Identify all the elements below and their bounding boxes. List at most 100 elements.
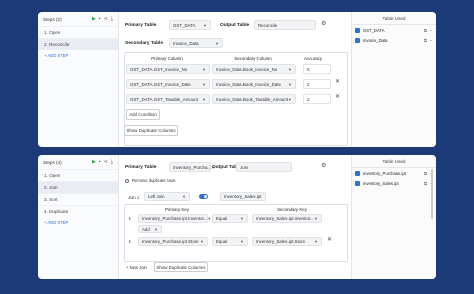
table-used-name: Inventory_Sales.ipt: [363, 180, 399, 186]
checkbox-icon[interactable]: [355, 170, 360, 176]
chevron-down-icon: ▼: [182, 194, 186, 199]
steps-sidebar: Steps (2) ▶ ▪ ⋖ ⤓ 1. Open 2. Reconcile +…: [38, 12, 119, 147]
gear-icon[interactable]: ⚙: [321, 20, 326, 27]
table-used-name: Invoice_Data: [363, 37, 388, 43]
chevron-down-icon: ▼: [314, 239, 318, 244]
steps-header: Steps (2) ▶ ▪ ⋖ ⤓: [38, 12, 118, 26]
primary-table-label: Primary Table: [125, 165, 157, 170]
chevron-down-icon[interactable]: ⌄: [429, 37, 433, 43]
join-type-select[interactable]: Left Join ▼: [144, 192, 190, 201]
add-step-button[interactable]: + ADD STEP: [38, 217, 118, 228]
chevron-down-icon: ▼: [203, 22, 207, 28]
steps-header: Steps (4) ▶ ▪ ⋖ ⤓: [38, 155, 118, 169]
secondary-column-select[interactable]: Invoice_Data.Book_Invoice_No ▼: [212, 64, 296, 74]
output-table-label: Output Table: [220, 23, 250, 28]
output-table-input[interactable]: Join: [236, 162, 292, 172]
join-config: Primary Table Inventory_Purcha... ▼ Outpu…: [122, 155, 350, 279]
output-table-input[interactable]: Reconcile: [254, 20, 316, 30]
accuracy-input[interactable]: 2: [303, 94, 331, 104]
checkbox-icon[interactable]: [355, 180, 360, 186]
chevron-down-icon[interactable]: ⌄: [429, 27, 433, 33]
copy-icon[interactable]: ⧉: [424, 28, 427, 33]
operator-select[interactable]: Equal ▼: [212, 214, 248, 223]
download-icon[interactable]: ⤓: [111, 16, 113, 22]
primary-key-select[interactable]: Inventory_Purchase.ipt.Inventor... ▼: [138, 214, 211, 223]
copy-icon[interactable]: ⧉: [424, 181, 427, 186]
primary-column-select[interactable]: GST_DATA.GST_Invoice_No ▼: [126, 64, 210, 74]
checkbox-icon[interactable]: [355, 27, 360, 33]
secondary-key-select[interactable]: Inventory_Sales.ipt.Inventor... ▼: [252, 214, 322, 223]
table-used-item: Inventory_Sales.ipt ⧉ ⌄: [352, 178, 436, 188]
table-used-name: Inventory_Purchase.ipt: [363, 170, 406, 176]
add-step-button[interactable]: + ADD STEP: [38, 50, 118, 61]
step-item-open[interactable]: 1. Open: [38, 169, 118, 181]
primary-table-select[interactable]: Inventory_Purcha... ▼: [169, 162, 215, 172]
remove-duplicate-radio[interactable]: [125, 179, 129, 183]
play-icon[interactable]: ▶: [92, 16, 96, 22]
primary-key-select[interactable]: Inventory_Purchase.ipt.Store ▼: [138, 237, 208, 246]
download-icon[interactable]: ⤓: [111, 159, 113, 165]
table-used-name: GST_DATA: [363, 27, 385, 33]
close-icon[interactable]: ✕: [335, 93, 340, 100]
join-toggle[interactable]: [199, 194, 208, 199]
chevron-down-icon: ▼: [215, 40, 219, 46]
join-table-select[interactable]: Inventory_Sales.ipt: [220, 192, 266, 201]
steps-title: Steps (4): [43, 159, 62, 165]
steps-sidebar: Steps (4) ▶ ▪ ⋖ ⤓ 1. Open 2. Join 3. Sor…: [38, 155, 119, 279]
scrollbar[interactable]: [431, 169, 433, 219]
step-item-sort[interactable]: 3. Sort: [38, 193, 118, 205]
save-icon[interactable]: ▪: [99, 16, 101, 22]
primary-column-header: Primary Column: [151, 56, 183, 61]
accuracy-input[interactable]: 2: [303, 79, 331, 89]
secondary-key-select[interactable]: Inventory_Sales.ipt.Store ▼: [252, 237, 322, 246]
chevron-down-icon: ▼: [288, 81, 292, 87]
step-item-open[interactable]: 1. Open: [38, 26, 118, 38]
accuracy-input[interactable]: 0: [303, 64, 331, 74]
play-icon[interactable]: ▶: [92, 159, 96, 165]
table-used-item: Invoice_Data ⧉ ⌄: [352, 35, 436, 45]
save-icon[interactable]: ▪: [99, 159, 101, 165]
chevron-down-icon: ▼: [154, 226, 158, 232]
show-duplicate-columns-button[interactable]: Show Duplicate Columns: [154, 262, 208, 272]
reconcile-panel: Steps (2) ▶ ▪ ⋖ ⤓ 1. Open 2. Reconcile +…: [38, 12, 436, 147]
secondary-table-select[interactable]: Invoice_Data ▼: [169, 38, 223, 48]
add-step-label: ADD STEP: [47, 220, 69, 225]
step-item-duplicate[interactable]: 4. Duplicate: [38, 205, 118, 217]
chevron-down-icon: ▼: [288, 96, 292, 102]
share-icon[interactable]: ⋖: [104, 16, 108, 22]
remove-duplicate-label: Remove duplicate rows: [132, 178, 176, 183]
chevron-down-icon: ▼: [240, 216, 244, 221]
join-label: Join 1: [128, 195, 140, 200]
steps-title: Steps (2): [43, 16, 62, 22]
operator-select[interactable]: Equal ▼: [212, 237, 248, 246]
secondary-column-select[interactable]: Invoice_Data.Book_Taxable_Amount ▼: [212, 94, 296, 104]
primary-column-select[interactable]: GST_DATA.GST_Invoice_Date ▼: [126, 79, 210, 89]
accuracy-header: Accuracy: [303, 56, 323, 61]
gear-icon[interactable]: ⚙: [321, 162, 326, 169]
key-table: [124, 204, 348, 262]
secondary-column-select[interactable]: Invoice_Data.Book_Invoice_Date ▼: [212, 79, 296, 89]
join-panel: Steps (4) ▶ ▪ ⋖ ⤓ 1. Open 2. Join 3. Sor…: [38, 155, 436, 279]
chevron-down-icon: ▼: [202, 96, 206, 102]
new-join-button[interactable]: + New Join: [126, 265, 147, 270]
share-icon[interactable]: ⋖: [104, 159, 108, 165]
tables-used-panel: Table Used GST_DATA ⧉ ⌄ Invoice_Data ⧉ ⌄: [351, 12, 436, 147]
checkbox-icon[interactable]: [355, 37, 360, 43]
secondary-column-header: Secondary Column: [234, 56, 272, 61]
reconcile-config: Primary Table GST_DATA ▼ Output Table Rec…: [122, 12, 350, 147]
secondary-table-label: Secondary Table: [125, 41, 164, 46]
copy-icon[interactable]: ⧉: [424, 38, 427, 43]
primary-table-select[interactable]: GST_DATA ▼: [169, 20, 211, 30]
chevron-down-icon: ▼: [288, 66, 292, 72]
copy-icon[interactable]: ⧉: [424, 171, 427, 176]
add-condition-button[interactable]: Add Condition: [126, 109, 160, 120]
add-step-label: ADD STEP: [47, 53, 69, 58]
close-icon[interactable]: ✕: [327, 236, 332, 243]
close-icon[interactable]: ✕: [335, 78, 340, 85]
show-duplicate-columns-button[interactable]: Show Duplicate Columns: [124, 125, 178, 136]
step-item-reconcile[interactable]: 2. Reconcile: [38, 38, 118, 50]
primary-column-select[interactable]: GST_DATA.GST_Taxable_Amount ▼: [126, 94, 210, 104]
add-key-select[interactable]: Add ▼: [138, 225, 162, 233]
chevron-down-icon: ▼: [314, 216, 318, 221]
step-item-join[interactable]: 2. Join: [38, 181, 118, 193]
